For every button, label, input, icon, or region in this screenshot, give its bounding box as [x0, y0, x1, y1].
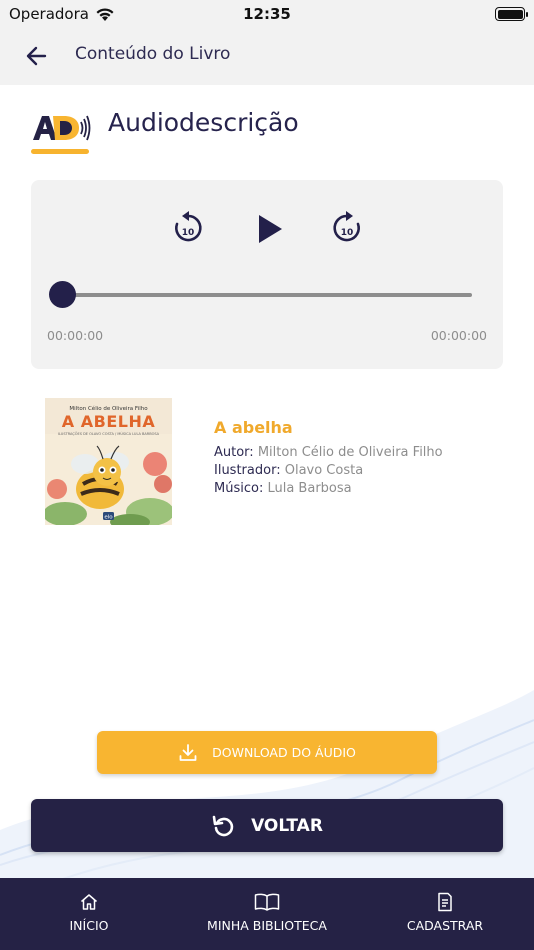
author-value: Milton Célio de Oliveira Filho: [257, 445, 443, 460]
author-label: Autor:: [214, 445, 254, 460]
status-clock: 12:35: [243, 5, 291, 23]
progress-knob[interactable]: [49, 281, 76, 308]
nav-label-inicio: INÍCIO: [69, 918, 109, 933]
forward-seconds: 10: [341, 228, 354, 238]
app-bar: Conteúdo do Livro: [0, 28, 534, 85]
nav-label-minha-biblioteca: MINHA BIBLIOTECA: [207, 918, 327, 933]
home-icon: [81, 894, 97, 910]
musician-label: Músico:: [214, 481, 264, 496]
battery-icon: [495, 7, 528, 21]
audio-player: 10 10 00:00:00 00:00:00: [31, 180, 503, 369]
document-icon: [438, 892, 452, 912]
rewind-10-icon[interactable]: 10: [172, 210, 204, 244]
nav-label-cadastrar: CADASTRAR: [406, 918, 484, 933]
logo-underline: [31, 149, 89, 154]
nav-item-minha-biblioteca[interactable]: MINHA BIBLIOTECA: [192, 878, 342, 950]
cover-subtitle: ILUSTRAÇÕES DE OLAVO COSTA / MÚSICA LULA…: [57, 432, 160, 436]
forward-10-icon[interactable]: 10: [331, 210, 363, 244]
status-bar: Operadora 12:35: [0, 0, 534, 28]
nav-item-cadastrar[interactable]: CADASTRAR: [390, 878, 500, 950]
nav-item-inicio[interactable]: INÍCIO: [44, 878, 134, 950]
bee-illustration: elo: [45, 434, 172, 525]
book-musician: Músico: Lula Barbosa: [214, 481, 352, 496]
book-cover-image: elo Milton Célio de Oliveira Filho A ABE…: [45, 398, 172, 525]
voltar-button[interactable]: VOLTAR: [31, 799, 503, 852]
illustrator-label: Ilustrador:: [214, 463, 281, 478]
download-icon: [179, 743, 197, 761]
open-book-icon: [254, 893, 280, 911]
musician-value: Lula Barbosa: [267, 481, 352, 496]
section-title: Audiodescrição: [108, 108, 299, 137]
download-audio-label: DOWNLOAD DO ÁUDIO: [212, 745, 356, 760]
bottom-nav: INÍCIO MINHA BIBLIOTECA CADASTRAR: [0, 878, 534, 950]
cover-title: A ABELHA: [61, 412, 156, 431]
arrow-left-icon[interactable]: [24, 43, 50, 69]
voltar-label: VOLTAR: [251, 815, 323, 836]
time-current: 00:00:00: [47, 328, 104, 343]
book-title: A abelha: [214, 418, 293, 437]
download-audio-button[interactable]: DOWNLOAD DO ÁUDIO: [97, 731, 437, 774]
time-total: 00:00:00: [430, 328, 487, 343]
illustrator-value: Olavo Costa: [284, 463, 364, 478]
rewind-seconds: 10: [182, 228, 195, 238]
publisher-logo: elo: [104, 515, 113, 521]
page-title: Conteúdo do Livro: [75, 44, 231, 64]
refresh-icon: [212, 815, 234, 836]
play-icon[interactable]: [255, 212, 285, 246]
progress-track[interactable]: [62, 293, 472, 297]
book-illustrator: Ilustrador: Olavo Costa: [214, 463, 363, 478]
book-author: Autor: Milton Célio de Oliveira Filho: [214, 445, 443, 460]
